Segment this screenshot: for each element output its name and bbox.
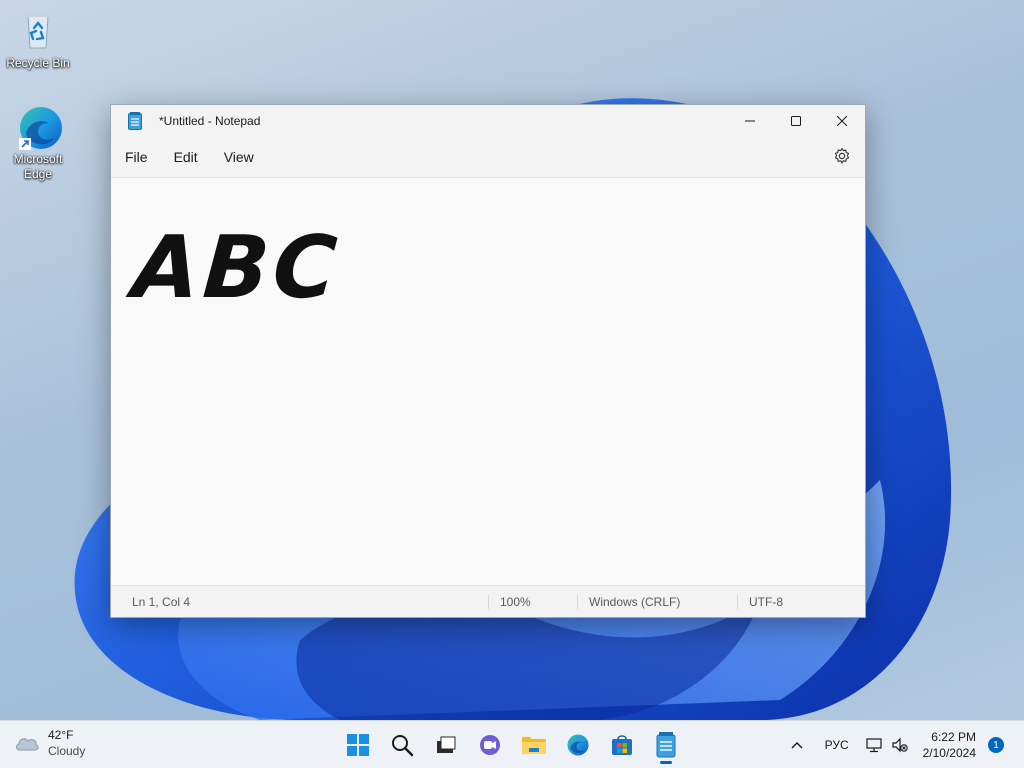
- chat-button[interactable]: [468, 725, 512, 765]
- volume-status[interactable]: [887, 737, 913, 753]
- edge-button[interactable]: [556, 725, 600, 765]
- minimize-icon: [745, 120, 755, 122]
- desktop-icon-recycle-bin[interactable]: Recycle Bin: [2, 8, 74, 71]
- desktop-icon-edge[interactable]: Microsoft Edge: [2, 104, 74, 182]
- menu-view[interactable]: View: [211, 143, 267, 171]
- line-ending[interactable]: Windows (CRLF): [589, 586, 680, 618]
- notification-badge[interactable]: 1: [988, 737, 1004, 753]
- notepad-icon: [128, 112, 142, 130]
- status-divider: [737, 595, 738, 609]
- clock[interactable]: 6:22 PM 2/10/2024: [923, 729, 976, 761]
- menu-bar: File Edit View: [111, 137, 865, 177]
- encoding[interactable]: UTF-8: [749, 586, 783, 618]
- close-icon: [837, 116, 847, 126]
- search-icon: [392, 735, 414, 757]
- clock-date: 2/10/2024: [922, 746, 976, 760]
- file-explorer-button[interactable]: [512, 725, 556, 765]
- store-icon: [612, 735, 632, 755]
- text-editor[interactable]: ABC: [111, 177, 865, 585]
- edge-icon: [567, 734, 589, 756]
- gear-icon: [834, 147, 850, 164]
- desktop-icon-label: Recycle Bin: [6, 56, 70, 70]
- close-button[interactable]: [819, 105, 865, 137]
- minimize-button[interactable]: [727, 105, 773, 137]
- start-icon: [347, 734, 369, 756]
- store-button[interactable]: [600, 725, 644, 765]
- window-title: *Untitled - Notepad: [159, 114, 261, 128]
- menu-edit[interactable]: Edit: [161, 143, 211, 171]
- language-indicator[interactable]: РУС: [819, 738, 855, 752]
- notepad-taskbar-button[interactable]: [644, 725, 688, 765]
- show-hidden-icons-button[interactable]: [783, 741, 811, 749]
- cursor-position: Ln 1, Col 4: [132, 595, 191, 609]
- task-view-button[interactable]: [424, 725, 468, 765]
- notepad-icon: [656, 732, 676, 758]
- recycle-bin-icon: [16, 8, 60, 52]
- task-view-icon: [437, 736, 456, 753]
- search-button[interactable]: [380, 725, 424, 765]
- menu-file[interactable]: File: [112, 143, 161, 171]
- network-icon: [866, 738, 882, 753]
- chat-icon: [480, 735, 500, 755]
- network-status[interactable]: [863, 737, 887, 753]
- title-bar[interactable]: *Untitled - Notepad: [111, 105, 865, 137]
- edge-icon: [16, 104, 62, 150]
- clock-time: 6:22 PM: [931, 730, 976, 744]
- cloud-icon: [16, 738, 39, 751]
- settings-button[interactable]: [833, 147, 851, 165]
- status-divider: [488, 595, 489, 609]
- editor-content: ABC: [129, 218, 344, 318]
- start-button[interactable]: [336, 725, 380, 765]
- file-explorer-icon: [522, 737, 546, 754]
- zoom-level[interactable]: 100%: [500, 586, 531, 618]
- weather-widget[interactable]: 42°F Cloudy: [14, 727, 85, 759]
- maximize-icon: [791, 116, 801, 126]
- weather-condition: Cloudy: [48, 744, 86, 758]
- system-tray: РУС 6:22 PM 2/10/2024 1: [783, 721, 1024, 768]
- status-divider: [577, 595, 578, 609]
- chevron-up-icon: [791, 742, 803, 749]
- weather-temp: 42°F: [48, 728, 74, 742]
- taskbar-apps: [336, 725, 688, 765]
- maximize-button[interactable]: [773, 105, 819, 137]
- status-bar: Ln 1, Col 4 100% Windows (CRLF) UTF-8: [111, 585, 865, 617]
- taskbar: 42°F Cloudy РУС 6:22 PM 2/10/2024 1: [0, 720, 1024, 768]
- notepad-window: *Untitled - Notepad File Edit View ABC L…: [110, 104, 866, 618]
- desktop-icon-label: Microsoft Edge: [13, 152, 63, 181]
- volume-muted-icon: [892, 737, 908, 753]
